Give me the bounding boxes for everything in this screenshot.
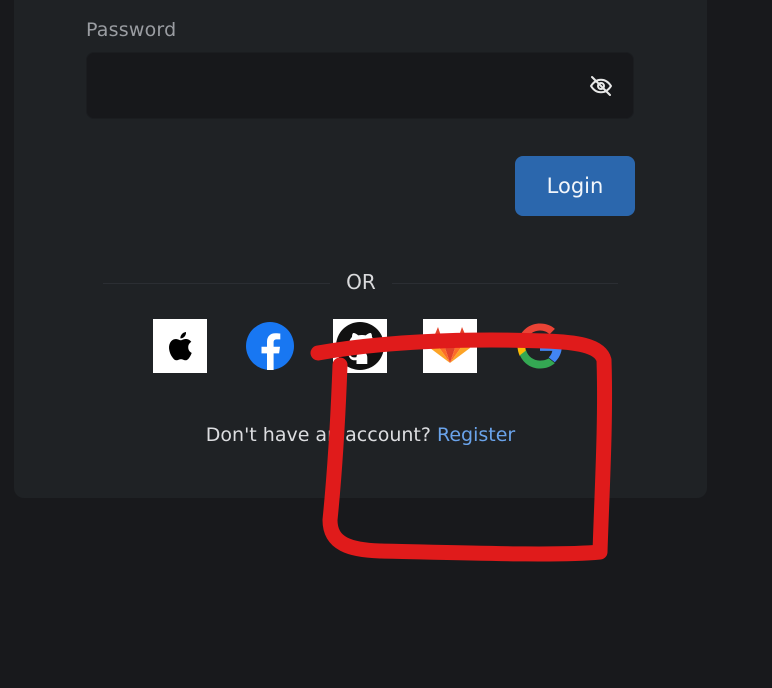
or-separator: OR [346, 270, 376, 294]
no-account-text: Don't have an account? [205, 424, 431, 446]
password-label: Password [86, 19, 177, 41]
facebook-login-button[interactable] [243, 319, 297, 373]
google-login-button[interactable] [513, 319, 567, 373]
github-login-button[interactable] [333, 319, 387, 373]
github-icon [333, 319, 387, 373]
apple-icon [153, 319, 207, 373]
gitlab-login-button[interactable] [423, 319, 477, 373]
eye-off-icon[interactable] [589, 74, 613, 98]
divider-right [392, 283, 618, 284]
google-icon [517, 323, 562, 369]
password-input[interactable] [87, 53, 577, 118]
divider-left [103, 283, 330, 284]
gitlab-icon [423, 319, 477, 373]
register-link[interactable]: Register [437, 424, 515, 446]
apple-login-button[interactable] [153, 319, 207, 373]
password-field [86, 52, 634, 119]
login-button[interactable]: Login [515, 156, 635, 216]
facebook-icon [246, 322, 294, 370]
register-prompt: Don't have an account? Register [0, 424, 721, 446]
